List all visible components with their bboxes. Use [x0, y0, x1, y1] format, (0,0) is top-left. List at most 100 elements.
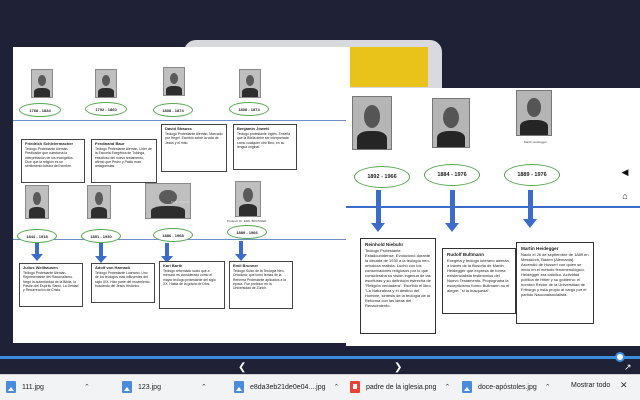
download-filename: 111.jpg: [22, 383, 44, 391]
timeline-slide-right[interactable]: Martin Heidegger 1892 - 1966 1884 - 1976…: [346, 88, 640, 346]
timeline-arrow-down: [445, 190, 459, 232]
image-file-icon: [122, 381, 132, 393]
home-icon: ⌂: [622, 191, 628, 201]
portrait-jowett: [239, 69, 261, 98]
download-item[interactable]: 123.jpg ⌃: [122, 374, 207, 400]
image-file-icon: [462, 381, 472, 393]
download-item[interactable]: doce-apóstoles.jpg ⌃: [462, 374, 551, 400]
year-bubble: 1892 - 1966: [354, 166, 410, 188]
back-icon: ◀: [621, 166, 629, 177]
bio-card: Friedrich Schleiermacher Teólogo Protest…: [21, 139, 85, 183]
year-bubble: 1889 - 1976: [504, 164, 560, 186]
timeline-arrow-down: [523, 190, 537, 228]
back-button[interactable]: ◀: [617, 164, 633, 180]
portrait-bultmann: [432, 98, 470, 148]
bio-card-text: Exegeta y teólogo luterano alemán, a tra…: [447, 258, 510, 293]
year-bubble: 1886 - 1968: [153, 228, 193, 242]
portrait-baur: [95, 69, 117, 98]
download-item[interactable]: 111.jpg ⌃: [6, 374, 90, 400]
show-all-button[interactable]: Mostrar todo: [568, 378, 613, 393]
portrait-schleiermacher: [31, 69, 53, 98]
bio-card-text: Teólogo protestante Inglés. Enseña que l…: [237, 132, 291, 149]
brunner-photo-caption: Profesor Dr. EMIL BRUNNER: [227, 219, 267, 223]
image-file-icon: [234, 381, 244, 393]
bio-card: Karl Barth Teólogo reformado suizo que a…: [159, 261, 225, 309]
bio-card-name: David Strauss: [165, 126, 192, 131]
timeline-arrow-down: [31, 243, 43, 261]
prev-slide-button[interactable]: ❮: [238, 362, 246, 373]
bio-card-text: Teólogo Protestante Alemán. Representant…: [23, 271, 79, 293]
chevron-up-icon[interactable]: ⌃: [444, 383, 450, 391]
bio-card: Reinhold Niebuhr Teólogo Protestante Est…: [360, 238, 436, 334]
expand-icon[interactable]: ↗: [624, 362, 632, 373]
portrait-wellhausen: [25, 185, 49, 219]
timeline-arrow-down: [235, 241, 247, 261]
chevron-up-icon[interactable]: ⌃: [201, 383, 207, 391]
year-bubble: 1851 - 1930: [81, 229, 121, 243]
bio-card-name: Adolf von Harnack: [95, 265, 131, 270]
progress-handle[interactable]: [615, 352, 625, 362]
year-bubble: 1889 - 1966: [227, 225, 267, 239]
bio-card-name: Martin Heidegger: [521, 246, 559, 251]
bio-card-name: Emil Brunner: [233, 263, 259, 268]
portrait-strauss: [163, 67, 185, 96]
bio-card-name: Friedrich Schleiermacher: [25, 141, 74, 146]
bio-card-text: Teólogo Protestante Alemán. Líder de la …: [95, 147, 152, 169]
bio-card-text: Nació el 26 de septiembre de 1889 en Mes…: [521, 252, 589, 297]
top-bar: [0, 0, 640, 18]
download-filename: doce-apóstoles.jpg: [478, 383, 537, 391]
heidegger-photo-caption: Martin Heidegger: [524, 140, 548, 144]
portrait-heidegger: [516, 90, 552, 136]
bio-card-text: Teólogo Protestante Alemán. Marcado por …: [165, 132, 223, 145]
bio-card: Benjamin Jowett Teólogo protestante Ingl…: [233, 124, 297, 170]
timeline-slide-left[interactable]: 1768 - 1834 1792 - 1860 1808 - 1874 1808…: [13, 47, 350, 343]
bio-card-name: Reinhold Niebuhr: [365, 242, 404, 247]
timeline-line: [346, 206, 640, 208]
portrait-niebuhr: [352, 96, 392, 150]
bio-card-text: Teólogo Protestante Estadounidense. Evol…: [365, 248, 431, 308]
year-bubble: 1808 - 1874: [153, 103, 193, 117]
download-item[interactable]: padre de la iglesia.png ⌃: [350, 374, 450, 400]
bio-card-text: Teólogo Protestante Alemán. Predicador q…: [25, 147, 74, 169]
bio-card: Julius Wellhausen Teólogo Protestante Al…: [19, 263, 83, 307]
bio-card: Emil Brunner Teólogo Suizo de la Teologí…: [229, 261, 293, 309]
timeline-arrow-down: [161, 243, 173, 263]
bio-card-text: Teólogo reformado suizo que a menudo es …: [163, 269, 216, 286]
chevron-up-icon[interactable]: ⌃: [84, 383, 90, 391]
bio-card: David Strauss Teólogo Protestante Alemán…: [161, 124, 227, 172]
close-icon[interactable]: ✕: [620, 380, 628, 391]
home-button[interactable]: ⌂: [617, 188, 633, 204]
chevron-right-icon: ❯: [394, 362, 403, 373]
bio-card-name: Benjamin Jowett: [237, 126, 269, 131]
year-bubble: 1844 - 1918: [17, 229, 57, 243]
year-bubble: 1768 - 1834: [19, 103, 61, 117]
bio-card-text: Teólogo Suizo de la Teología Neo-Ortodox…: [233, 269, 286, 291]
download-filename: 123.jpg: [138, 383, 161, 391]
timeline-arrow-down: [95, 243, 107, 263]
download-filename: e8da3eb21de0e04....jpg: [250, 383, 326, 391]
year-bubble: 1884 - 1976: [424, 164, 480, 186]
next-slide-button[interactable]: ❯: [394, 362, 402, 373]
portrait-brunner: [235, 181, 261, 217]
portrait-harnack: [87, 185, 111, 219]
bio-card: Rudolf Bultmann Exegeta y teólogo lutera…: [442, 248, 516, 314]
bio-card-name: Karl Barth: [163, 263, 183, 268]
download-item[interactable]: e8da3eb21de0e04....jpg ⌃: [234, 374, 339, 400]
bio-card: Adolf von Harnack Teólogo Protestante Lu…: [91, 263, 155, 303]
bio-card-name: Rudolf Bultmann: [447, 252, 484, 257]
progress-bar[interactable]: [0, 356, 640, 359]
chevron-up-icon[interactable]: ⌃: [334, 383, 340, 391]
bio-card-text: Teólogo Protestante Luterano. Uno de los…: [95, 271, 150, 288]
timeline-arrow-down: [371, 190, 385, 232]
barth-photo-label: KARL BARTH: [171, 200, 190, 204]
bio-card-name: Julius Wellhausen: [23, 265, 58, 270]
chevron-up-icon[interactable]: ⌃: [545, 383, 551, 391]
player-bar: [0, 350, 640, 374]
bio-card-name: Ferdinand Baur: [95, 141, 125, 146]
year-bubble: 1808 - 1874: [229, 102, 269, 116]
timeline-line-top: [13, 120, 350, 121]
year-bubble: 1792 - 1860: [85, 102, 127, 116]
chevron-left-icon: ❮: [238, 362, 247, 373]
image-file-icon: [6, 381, 16, 393]
document-file-icon: [350, 381, 360, 393]
